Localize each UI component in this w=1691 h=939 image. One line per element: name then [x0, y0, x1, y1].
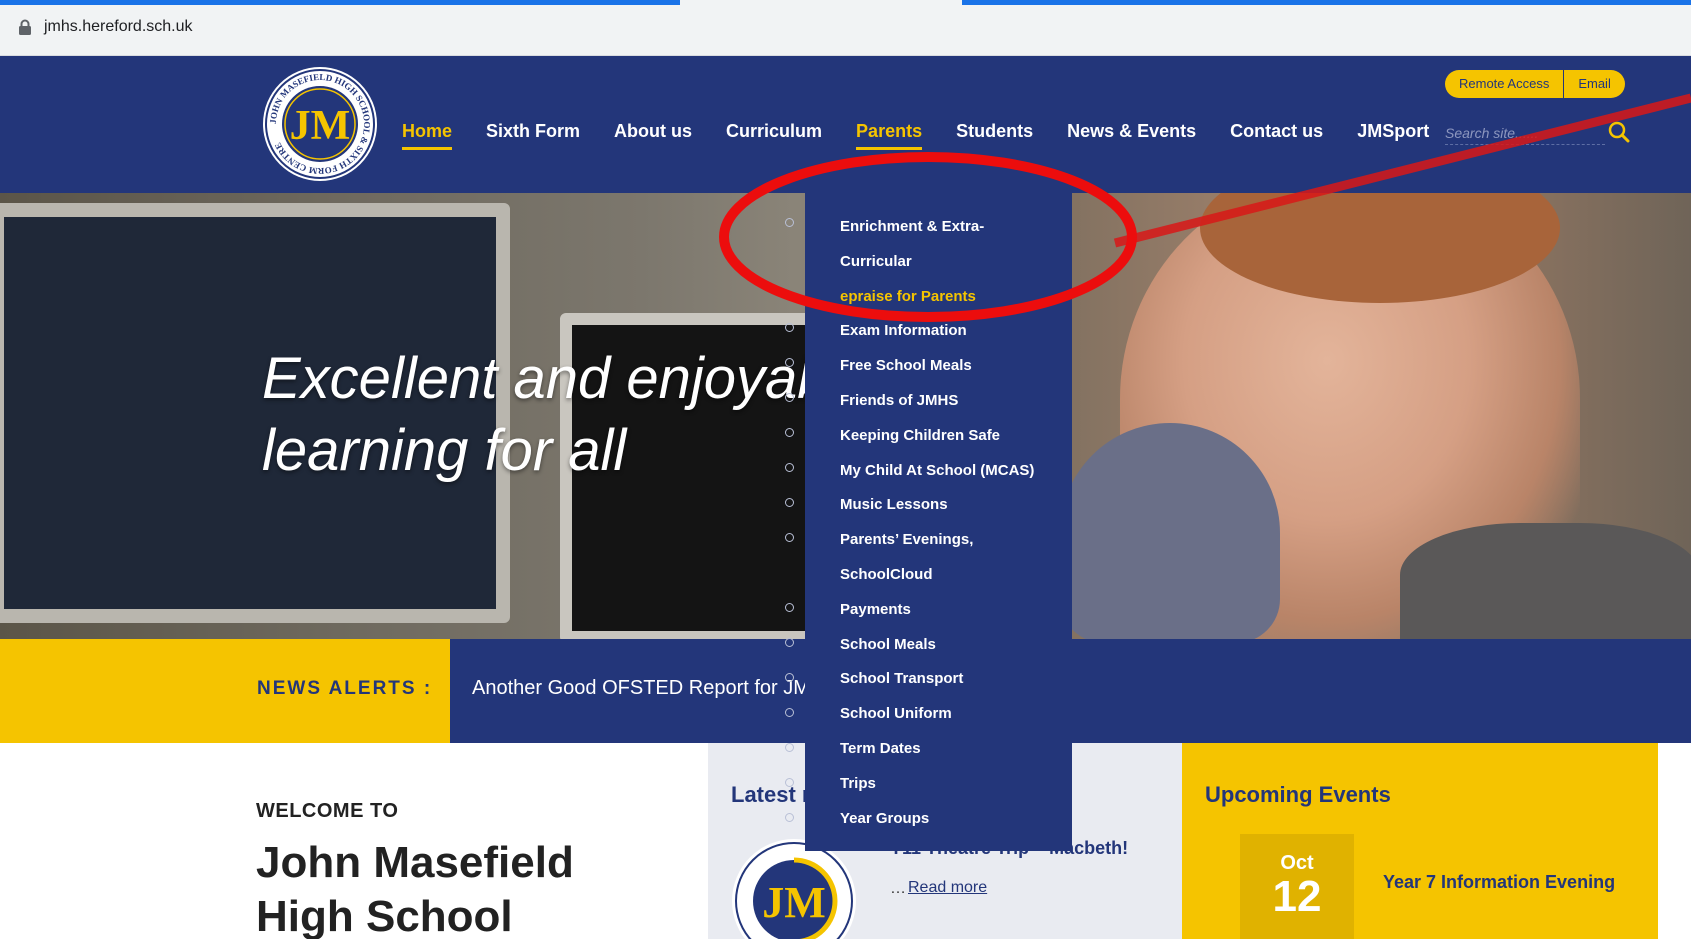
bullet-icon — [785, 393, 794, 402]
nav-about-us[interactable]: About us — [614, 118, 692, 150]
dropdown-item-trips[interactable]: Trips — [840, 767, 1070, 802]
nav-home[interactable]: Home — [402, 118, 453, 150]
nav-sixth-form[interactable]: Sixth Form — [486, 118, 580, 150]
logo-initials: JM — [290, 103, 351, 149]
dropdown-item-school-meals[interactable]: School Meals — [840, 628, 1070, 663]
nav-curriculum[interactable]: Curriculum — [726, 118, 822, 150]
dropdown-item-enrichment[interactable]: Enrichment & Extra- — [840, 210, 1070, 245]
utility-buttons: Remote Access Email — [1445, 70, 1625, 98]
bullet-icon — [785, 638, 794, 647]
dropdown-item-school-transport[interactable]: School Transport — [840, 662, 1070, 697]
news-alerts-label: NEWS ALERTS : — [257, 678, 433, 699]
bullet-icon — [785, 743, 794, 752]
latest-news-thumbnail[interactable]: JM — [731, 838, 857, 939]
bullet-icon — [785, 463, 794, 472]
bullet-icon — [785, 778, 794, 787]
nav-contact-us[interactable]: Contact us — [1230, 118, 1323, 150]
dropdown-item-music-lessons[interactable]: Music Lessons — [840, 488, 1070, 523]
dropdown-item-enrichment-cont[interactable]: Curricular — [840, 245, 1070, 280]
hero-background-student — [1060, 423, 1280, 639]
nav-parents[interactable]: Parents — [856, 118, 923, 150]
news-ticker-text[interactable]: Another Good OFSTED Report for JMHS — [472, 677, 838, 700]
page-right-margin — [1658, 743, 1691, 939]
nav-students[interactable]: Students — [956, 118, 1033, 150]
bullet-icon — [785, 708, 794, 717]
welcome-title: John Masefield High School — [256, 838, 574, 939]
hero-line-1: Excellent and enjoyable — [262, 346, 875, 411]
dropdown-item-friends-of-jmhs[interactable]: Friends of JMHS — [840, 384, 1070, 419]
search-input[interactable] — [1445, 121, 1605, 145]
bullet-icon — [785, 358, 794, 367]
remote-access-button[interactable]: Remote Access — [1445, 70, 1563, 98]
dropdown-item-mcas[interactable]: My Child At School (MCAS) — [840, 454, 1070, 489]
main-nav: Home Sixth Form About us Curriculum Pare… — [402, 118, 1463, 150]
dropdown-item-exam-information[interactable]: Exam Information — [840, 314, 1070, 349]
welcome-kicker: WELCOME TO — [256, 800, 399, 822]
bullet-icon — [785, 603, 794, 612]
bullet-icon — [785, 218, 794, 227]
school-logo[interactable]: JOHN MASEFIELD HIGH SCHOOL & SIXTH FORM … — [262, 66, 378, 182]
search-icon[interactable] — [1608, 121, 1630, 143]
tab-indicator-left — [0, 0, 680, 5]
event-day: 12 — [1272, 872, 1322, 921]
dropdown-item-schoolcloud[interactable]: SchoolCloud — [840, 558, 1070, 593]
event-date-badge: Oct 12 — [1240, 834, 1354, 939]
bullet-icon — [785, 533, 794, 542]
hero-line-2: learning for all — [262, 418, 627, 483]
hero-student-shirt — [1400, 523, 1691, 639]
read-more-link[interactable]: Read more — [908, 879, 987, 897]
dropdown-item-epraise[interactable]: epraise for Parents — [840, 280, 1070, 315]
browser-toolbar: jmhs.hereford.sch.uk — [0, 0, 1691, 56]
dropdown-item-free-school-meals[interactable]: Free School Meals — [840, 349, 1070, 384]
latest-news-ellipsis: … — [890, 880, 906, 897]
bullet-icon — [785, 323, 794, 332]
bullet-icon — [785, 813, 794, 822]
event-month: Oct — [1280, 852, 1314, 874]
thumbnail-initials: JM — [762, 878, 826, 927]
upcoming-events-heading: Upcoming Events — [1205, 782, 1391, 807]
event-title[interactable]: Year 7 Information Evening — [1383, 872, 1615, 893]
dropdown-item-school-uniform[interactable]: School Uniform — [840, 697, 1070, 732]
bullet-icon — [785, 498, 794, 507]
dropdown-item-keeping-children-safe[interactable]: Keeping Children Safe — [840, 419, 1070, 454]
nav-news-events[interactable]: News & Events — [1067, 118, 1196, 150]
dropdown-item-term-dates[interactable]: Term Dates — [840, 732, 1070, 767]
tab-indicator-right — [962, 0, 1691, 5]
bullet-icon — [785, 673, 794, 682]
parents-dropdown-list: Enrichment & Extra- Curricular epraise f… — [840, 210, 1070, 836]
dropdown-item-year-groups[interactable]: Year Groups — [840, 802, 1070, 837]
dropdown-item-payments[interactable]: Payments — [840, 593, 1070, 628]
email-button[interactable]: Email — [1563, 70, 1625, 98]
bullet-icon — [785, 428, 794, 437]
hero-headline: Excellent and enjoyable learning for all — [262, 343, 875, 487]
url-text[interactable]: jmhs.hereford.sch.uk — [44, 18, 193, 36]
nav-jmsport[interactable]: JMSport — [1357, 118, 1429, 150]
dropdown-item-parents-evenings[interactable]: Parents’ Evenings, — [840, 523, 1070, 558]
address-bar[interactable]: jmhs.hereford.sch.uk — [18, 18, 193, 36]
lock-icon — [18, 19, 32, 35]
